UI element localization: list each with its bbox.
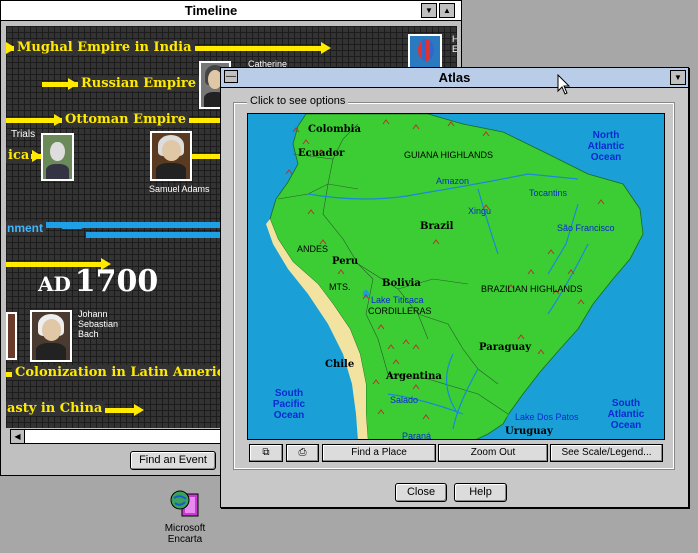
desktop-icon-microsoft-encarta[interactable]: Microsoft Encarta [157, 488, 213, 545]
event-label[interactable]: Mughal Empire in India [14, 40, 195, 55]
truncated-label: HE [452, 34, 457, 54]
arrow-right-icon [68, 78, 78, 90]
atlas-titlebar[interactable]: — Atlas ▼ [221, 68, 688, 88]
svg-text:South: South [275, 388, 303, 399]
map-water-parana: Paraná [402, 431, 431, 440]
map-label-chile: Chile [325, 359, 354, 370]
svg-text:Ocean: Ocean [591, 152, 622, 163]
event-label[interactable]: Russian Empire [78, 76, 200, 91]
desktop-icon-label-line2: Encarta [167, 534, 203, 545]
svg-text:Atlantic: Atlantic [608, 409, 645, 420]
scroll-left-icon[interactable]: ◀ [11, 430, 25, 443]
atlas-title: Atlas [438, 70, 471, 85]
map-feature-brazilian-highlands: BRAZILIAN HIGHLANDS [481, 284, 583, 294]
portrait-bach[interactable] [30, 310, 72, 362]
print-button[interactable]: ⎙ [286, 444, 319, 462]
event-label[interactable]: ica [6, 148, 32, 163]
svg-text:South: South [612, 398, 640, 409]
scale-legend-button[interactable]: See Scale/Legend... [550, 444, 663, 462]
map-water-xingu: Xingu [468, 206, 491, 216]
trials-image[interactable] [41, 133, 74, 181]
arrow-right-icon [134, 404, 144, 416]
map-feature-mts: MTS. [329, 282, 351, 292]
person-name: Samuel Adams [149, 184, 210, 194]
event-label[interactable]: Ottoman Empire [62, 112, 189, 127]
ocean-label-south-atlantic: South Atlantic Ocean [608, 398, 645, 431]
person-name: Johann Sebastian Bach [78, 309, 119, 339]
event-label[interactable]: nment [6, 221, 46, 235]
event-label[interactable]: Colonization in Latin America [12, 365, 237, 380]
south-america-landmass [269, 114, 644, 439]
portrait-partial[interactable] [6, 312, 17, 360]
copy-icon: ⧉ [262, 447, 270, 458]
event-bar [86, 232, 221, 238]
map-label-paraguay: Paraguay [479, 342, 532, 353]
close-button[interactable]: Close [395, 483, 447, 502]
map-label-peru: Peru [332, 256, 358, 267]
event-bar [61, 223, 87, 229]
ocean-label-north-atlantic: North Atlantic Ocean [588, 130, 625, 163]
map-water-salado: Salado [390, 395, 418, 405]
map-water-amazon: Amazon [436, 176, 469, 186]
svg-text:Atlantic: Atlantic [588, 141, 625, 152]
encarta-icon [170, 490, 199, 517]
map-feature-guiana-highlands: GUIANA HIGHLANDS [404, 150, 493, 160]
minimize-button[interactable]: ▼ [421, 3, 437, 18]
zoom-out-button[interactable]: Zoom Out [438, 444, 548, 462]
find-place-button[interactable]: Find a Place [322, 444, 436, 462]
find-event-button[interactable]: Find an Event [130, 451, 216, 470]
event-label[interactable]: asty in China [6, 401, 106, 416]
printer-icon: ⎙ [298, 447, 307, 458]
copy-button[interactable]: ⧉ [249, 444, 283, 462]
map-water-tocantins: Tocantins [529, 188, 568, 198]
map-feature-cordilleras: CORDILLERAS [368, 306, 432, 316]
map-label-colombia: Colombia [308, 124, 361, 135]
atlas-window: — Atlas ▼ Click to see options Colombia … [220, 67, 689, 508]
svg-text:Ocean: Ocean [274, 410, 305, 421]
map-label-argentina: Argentina [385, 371, 442, 382]
map-label-brazil: Brazil [420, 221, 454, 232]
svg-text:North: North [593, 130, 620, 141]
map-water-lake-dos-patos: Lake Dos Patos [515, 412, 579, 422]
map-feature-andes: ANDES [297, 244, 328, 254]
event-label[interactable]: Trials [11, 129, 35, 140]
map-label-uruguay: Uruguay [505, 426, 554, 437]
timeline-titlebar[interactable]: Timeline ▼ ▲ [1, 1, 461, 21]
map-label-bolivia: Bolivia [382, 278, 421, 289]
map-toolbar: ⧉ ⎙ Find a Place Zoom Out See Scale/Lege… [247, 442, 665, 465]
ocean-label-south-pacific: South Pacific Ocean [273, 388, 306, 421]
year-number: 1700 [74, 264, 159, 299]
portrait-samuel-adams[interactable] [150, 131, 192, 181]
timeline-title: Timeline [184, 3, 238, 18]
map-view[interactable]: Colombia Ecuador Brazil Peru Bolivia Par… [247, 113, 665, 440]
year-marker: AD 1700 [38, 264, 158, 299]
map-label-ecuador: Ecuador [298, 148, 345, 159]
help-button[interactable]: Help [454, 483, 507, 502]
year-prefix: AD [38, 272, 71, 296]
maximize-button[interactable]: ▲ [439, 3, 455, 18]
arrow-right-icon [321, 42, 331, 54]
minimize-button[interactable]: ▼ [670, 70, 686, 85]
mouse-pointer-icon [557, 74, 571, 95]
map-water-sao-francisco: São Francisco [557, 223, 615, 233]
desktop-icon-label-line1: Microsoft [164, 523, 206, 534]
svg-text:Pacific: Pacific [273, 399, 306, 410]
group-label: Click to see options [247, 95, 349, 107]
map-water-lake-titicaca: Lake Titicaca [371, 295, 424, 305]
svg-text:Ocean: Ocean [611, 420, 642, 431]
